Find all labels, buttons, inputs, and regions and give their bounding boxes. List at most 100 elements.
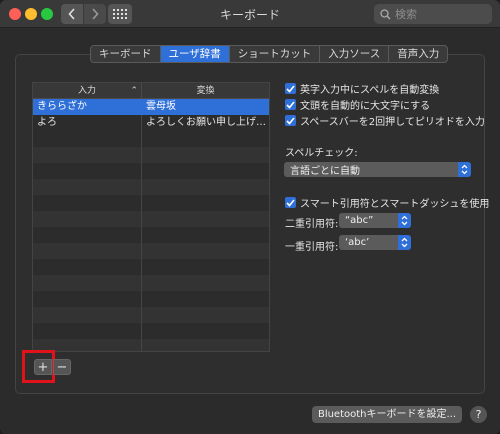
setup-bluetooth-keyboard-button[interactable]: Bluetoothキーボードを設定... xyxy=(312,406,462,423)
tab-user-dictionary[interactable]: ユーザ辞書 xyxy=(160,46,230,62)
sort-ascending-icon: ⌃ xyxy=(130,86,138,96)
table-row-empty xyxy=(33,243,269,259)
option-label: スペースバーを2回押してピリオドを入力 xyxy=(300,117,485,128)
table-cell-output xyxy=(142,243,269,259)
table-cell-output: よろしくお願い申し上げま… xyxy=(146,117,269,128)
search-input[interactable] xyxy=(395,7,485,21)
double-space-period-option[interactable]: スペースバーを2回押してピリオドを入力 xyxy=(285,113,485,128)
chevron-updown-icon xyxy=(401,237,408,248)
checkmark-icon xyxy=(286,198,295,207)
checkbox-checked[interactable] xyxy=(285,115,296,126)
table-cell-input: きららざか xyxy=(33,99,142,115)
checkbox-checked[interactable] xyxy=(285,83,296,94)
remove-entry-button[interactable]: − xyxy=(53,359,71,375)
show-all-button[interactable] xyxy=(108,4,132,24)
select-value: ‘abc’ xyxy=(345,237,370,248)
auto-capitalize-option[interactable]: 文頭を自動的に大文字にする xyxy=(285,97,430,112)
close-window-button[interactable] xyxy=(9,8,21,20)
table-cell-output xyxy=(142,259,269,275)
table-row-empty xyxy=(33,275,269,291)
table-cell-output xyxy=(142,275,269,291)
table-cell-output: 雲母坂 xyxy=(146,101,176,112)
column-header-input[interactable]: 入力 ⌃ xyxy=(33,83,142,98)
table-cell-input xyxy=(33,307,142,323)
tab-dictation[interactable]: 音声入力 xyxy=(389,46,447,62)
checkmark-icon xyxy=(286,116,295,125)
empty-rows xyxy=(33,131,269,351)
preferences-window: キーボード キーボード ユーザ辞書 ショートカット 入力ソース 音声入力 入力 … xyxy=(0,0,500,434)
checkmark-icon xyxy=(286,84,295,93)
table-cell-input xyxy=(33,243,142,259)
select-value: “abc” xyxy=(345,215,374,226)
table-cell-output xyxy=(142,291,269,307)
checkmark-icon xyxy=(286,100,295,109)
tab-shortcuts[interactable]: ショートカット xyxy=(230,46,321,62)
table-row-empty xyxy=(33,339,269,351)
table-cell-input xyxy=(33,323,142,339)
add-entry-button[interactable]: + xyxy=(34,359,52,375)
table-cell-input xyxy=(33,195,142,211)
table-row-empty xyxy=(33,291,269,307)
table-cell-output xyxy=(142,179,269,195)
forward-button[interactable] xyxy=(84,4,106,24)
table-row-empty xyxy=(33,323,269,339)
table-row[interactable]: よろ よろしくお願い申し上げま… xyxy=(33,115,269,131)
table-cell-input xyxy=(33,211,142,227)
table-row-empty xyxy=(33,147,269,163)
user-dictionary-table: 入力 ⌃ 変換 きららざか 雲母坂 よろ よろしくお願い申し上げま… xyxy=(32,82,270,352)
title-bar: キーボード xyxy=(0,0,500,28)
chevron-updown-icon xyxy=(401,215,408,226)
table-cell-output xyxy=(142,227,269,243)
help-button[interactable]: ? xyxy=(470,406,487,423)
search-field[interactable] xyxy=(374,4,492,24)
smart-quotes-option[interactable]: スマート引用符とスマートダッシュを使用 xyxy=(285,195,489,210)
column-header-output[interactable]: 変換 xyxy=(142,83,269,98)
select-stepper xyxy=(398,235,411,250)
table-cell-input xyxy=(33,259,142,275)
select-stepper xyxy=(398,213,411,228)
checkbox-checked[interactable] xyxy=(285,197,296,208)
double-quote-select[interactable]: “abc” xyxy=(339,213,411,228)
select-value: 言語ごとに自動 xyxy=(290,166,360,177)
search-icon xyxy=(380,8,391,19)
checkbox-checked[interactable] xyxy=(285,99,296,110)
table-cell-output xyxy=(142,131,269,147)
table-cell-input xyxy=(33,227,142,243)
tab-keyboard[interactable]: キーボード xyxy=(91,46,161,62)
table-row-empty xyxy=(33,307,269,323)
table-cell-output xyxy=(142,147,269,163)
double-quote-label: 二重引用符: xyxy=(285,219,339,230)
table-cell-output xyxy=(142,307,269,323)
column-header-label: 入力 xyxy=(77,86,96,96)
option-label: スマート引用符とスマートダッシュを使用 xyxy=(300,199,490,210)
spell-auto-correct-option[interactable]: 英字入力中にスペルを自動変換 xyxy=(285,81,439,96)
spell-check-select[interactable]: 言語ごとに自動 xyxy=(284,162,471,177)
minimize-window-button[interactable] xyxy=(25,8,37,20)
option-label: 文頭を自動的に大文字にする xyxy=(300,101,431,112)
table-cell-input: よろ xyxy=(33,115,142,131)
table-cell-input xyxy=(33,275,142,291)
table-row-empty xyxy=(33,259,269,275)
zoom-window-button[interactable] xyxy=(41,8,53,20)
table-row-empty xyxy=(33,131,269,147)
table-cell-output xyxy=(142,211,269,227)
table-row-empty xyxy=(33,179,269,195)
table-row-empty xyxy=(33,211,269,227)
back-button[interactable] xyxy=(61,4,83,24)
tab-bar: キーボード ユーザ辞書 ショートカット 入力ソース 音声入力 xyxy=(90,45,449,63)
table-row[interactable]: きららざか 雲母坂 xyxy=(33,99,269,115)
option-label: 英字入力中にスペルを自動変換 xyxy=(300,85,440,96)
table-row-empty xyxy=(33,227,269,243)
spell-check-label: スペルチェック: xyxy=(285,148,358,159)
table-cell-output xyxy=(142,195,269,211)
table-cell-output xyxy=(142,323,269,339)
single-quote-select[interactable]: ‘abc’ xyxy=(339,235,411,250)
select-stepper xyxy=(458,162,471,177)
tab-input-sources[interactable]: 入力ソース xyxy=(320,46,390,62)
table-cell-output xyxy=(142,163,269,179)
table-row-empty xyxy=(33,195,269,211)
table-cell-output xyxy=(142,339,269,351)
grid-icon xyxy=(113,9,127,19)
table-cell-input xyxy=(33,163,142,179)
table-cell-input xyxy=(33,147,142,163)
